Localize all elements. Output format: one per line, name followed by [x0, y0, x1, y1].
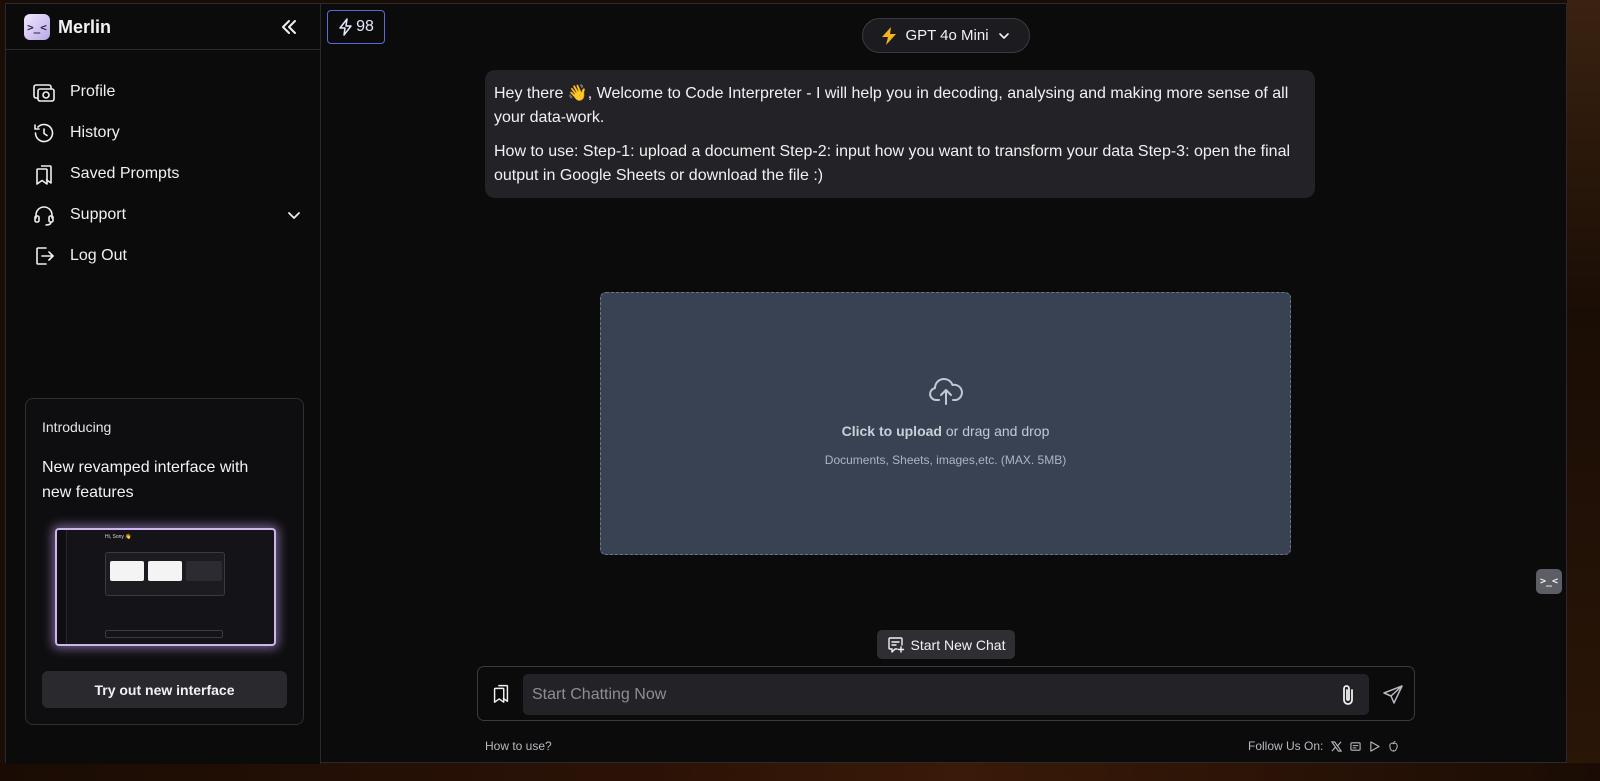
- new-interface-promo: Introducing New revamped interface with …: [25, 398, 304, 725]
- brand[interactable]: >_< Merlin: [24, 13, 111, 41]
- preview-card: [110, 561, 144, 581]
- cloud-upload-icon: [929, 377, 963, 405]
- sidebar-item-label: Profile: [70, 82, 116, 100]
- message-paragraph: Hey there 👋, Welcome to Code Interpreter…: [494, 85, 1289, 126]
- credits-count: 98: [356, 18, 374, 35]
- logout-icon: [36, 246, 54, 265]
- upload-instructions-rest: or drag and drop: [941, 423, 1050, 439]
- brand-name: Merlin: [58, 16, 112, 37]
- model-selector[interactable]: GPT 4o Mini: [862, 18, 1030, 53]
- upload-hint: Documents, Sheets, images,etc. (MAX. 5MB…: [824, 453, 1067, 467]
- sidebar-divider: [6, 49, 320, 50]
- headset-icon: [34, 205, 54, 226]
- chevron-down-icon[interactable]: [286, 207, 302, 223]
- sidebar-item-saved-prompts[interactable]: Saved Prompts: [32, 153, 302, 194]
- chat-input[interactable]: [523, 674, 1369, 715]
- sidebar-nav: Profile History Saved Prompts Support Lo…: [32, 71, 302, 276]
- merlin-logo-icon: >_<: [24, 14, 50, 40]
- preview-panel: [105, 552, 225, 596]
- sidebar-item-label: Saved Prompts: [70, 164, 180, 182]
- message-paragraph: How to use: Step-1: upload a document St…: [494, 143, 1291, 184]
- start-new-chat-button[interactable]: Start New Chat: [877, 630, 1015, 659]
- lightning-bolt-icon: [882, 26, 897, 45]
- how-to-use-link[interactable]: How to use?: [485, 739, 552, 753]
- follow-label: Follow Us On:: [1248, 739, 1324, 753]
- desktop-edge: [1567, 0, 1600, 781]
- promo-kicker: Introducing: [42, 419, 112, 435]
- sidebar-item-history[interactable]: History: [32, 112, 302, 153]
- main-area: 98 GPT 4o Mini Hey there 👋, Welcome to C…: [321, 4, 1566, 764]
- desktop-edge-bottom: [0, 763, 1600, 781]
- preview-card: [148, 561, 182, 581]
- promo-preview-image: Hi, Sony 👋: [55, 528, 276, 646]
- merlin-floating-button[interactable]: >_<: [1536, 569, 1562, 594]
- file-upload-dropzone[interactable]: Click to upload or drag and drop Documen…: [600, 292, 1291, 555]
- x-twitter-icon[interactable]: [1331, 740, 1343, 752]
- upload-instructions: Click to upload or drag and drop: [601, 423, 1290, 439]
- collapse-sidebar-button[interactable]: [276, 14, 302, 40]
- sidebar-item-support[interactable]: Support: [32, 194, 302, 235]
- sidebar-item-label: Support: [70, 205, 127, 223]
- sidebar-item-logout[interactable]: Log Out: [32, 235, 302, 276]
- new-chat-icon: [887, 636, 904, 653]
- follow-us: Follow Us On:: [1248, 739, 1399, 753]
- promo-title: New revamped interface with new features: [42, 459, 249, 501]
- double-chevron-left-icon: [282, 20, 296, 34]
- history-icon: [34, 123, 54, 142]
- click-to-upload-link[interactable]: Click to upload: [842, 423, 942, 439]
- apple-icon[interactable]: [1388, 740, 1399, 752]
- profile-camera-icon: [33, 83, 55, 102]
- app-window: >_< Merlin Profile History Saved Prompts…: [5, 3, 1567, 764]
- chevron-down-icon: [998, 32, 1009, 39]
- preview-input: [105, 630, 223, 638]
- paperclip-icon[interactable]: [1338, 683, 1358, 707]
- send-icon[interactable]: [1382, 684, 1404, 706]
- sidebar-item-label: History: [70, 123, 120, 141]
- sidebar: >_< Merlin Profile History Saved Prompts…: [6, 4, 321, 764]
- sidebar-item-label: Log Out: [70, 246, 127, 264]
- lightning-icon: [339, 18, 352, 36]
- model-name: GPT 4o Mini: [905, 27, 989, 44]
- play-store-icon[interactable]: [1369, 740, 1380, 752]
- saved-prompts-icon[interactable]: [490, 682, 512, 704]
- credits-badge[interactable]: 98: [327, 10, 385, 44]
- preview-sidebar: [57, 530, 67, 644]
- try-new-interface-button[interactable]: Try out new interface: [42, 671, 287, 708]
- chat-composer: [477, 666, 1415, 721]
- preview-card-dark: [186, 561, 222, 581]
- start-new-chat-label: Start New Chat: [910, 636, 1006, 653]
- sidebar-item-profile[interactable]: Profile: [32, 71, 302, 112]
- assistant-message: Hey there 👋, Welcome to Code Interpreter…: [485, 70, 1315, 198]
- bookmark-icon: [36, 164, 52, 185]
- newsletter-icon[interactable]: [1350, 741, 1361, 752]
- preview-heading: Hi, Sony 👋: [105, 534, 132, 540]
